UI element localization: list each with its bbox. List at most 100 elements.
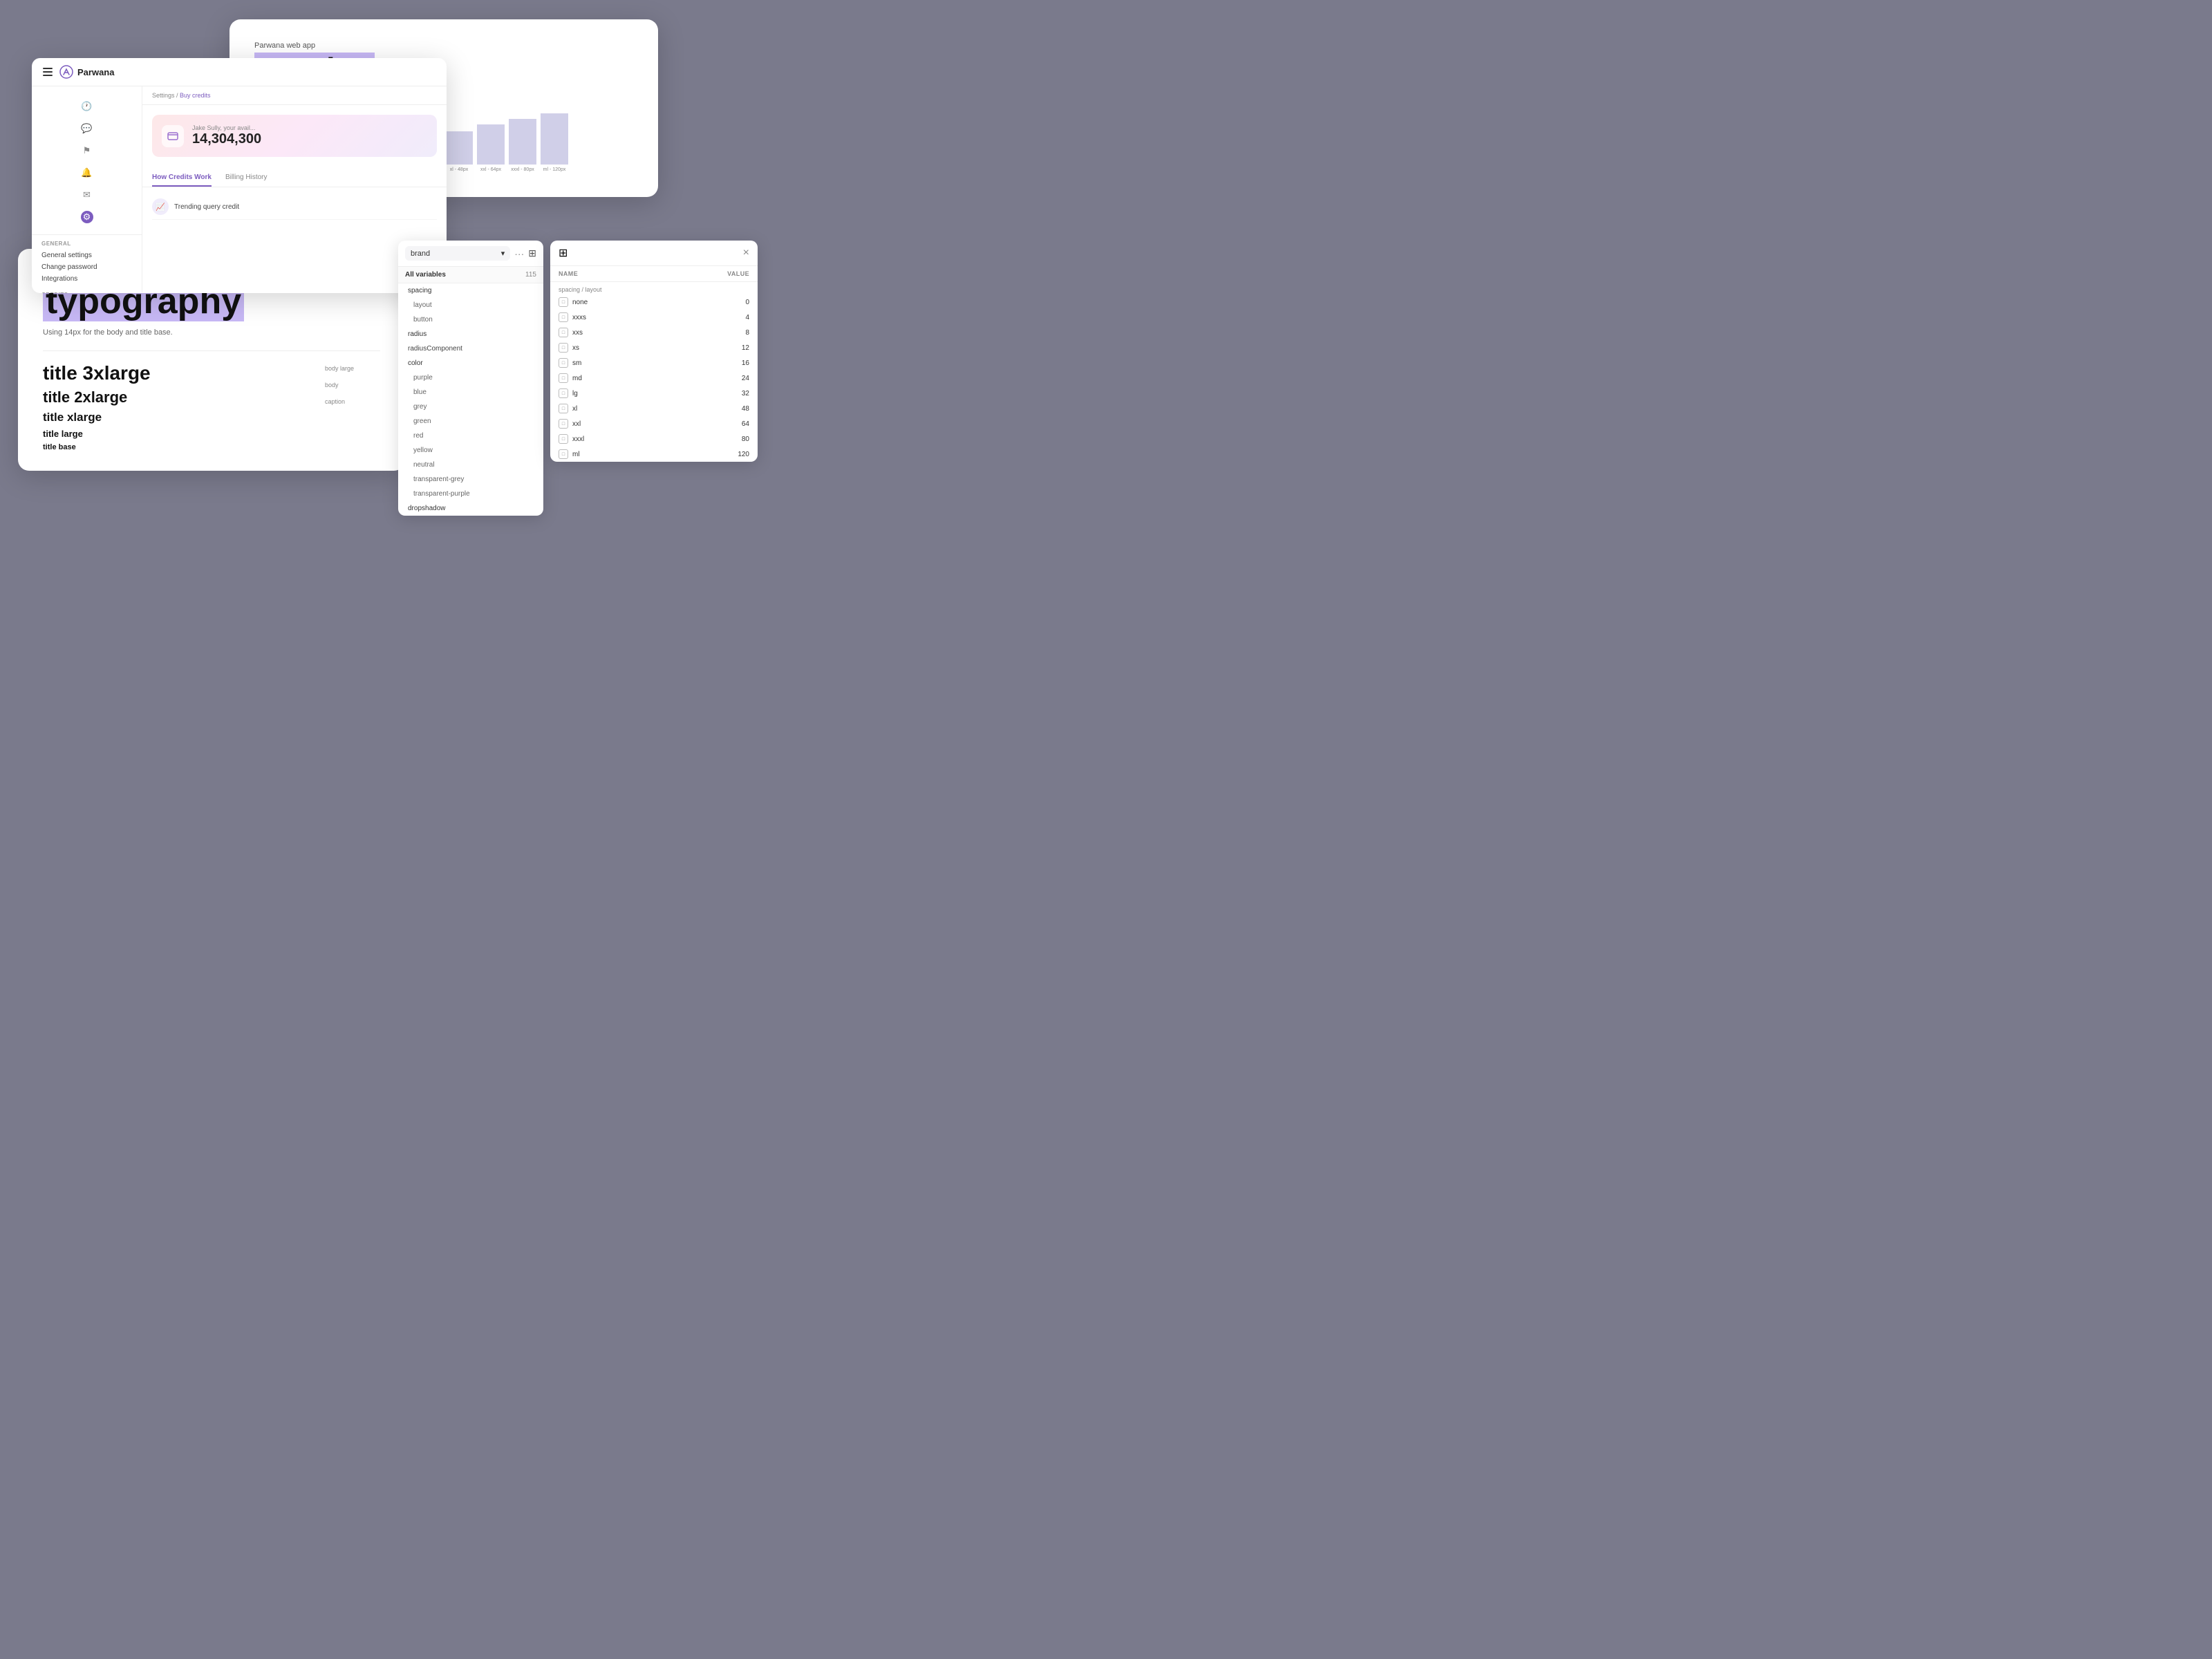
nav-general-settings[interactable]: General settings [39, 250, 135, 261]
variable-icon: □ [559, 419, 568, 429]
props-row-name-text: xxxs [572, 314, 586, 321]
props-row: □ md 24 [550, 371, 758, 386]
props-header: ⊞ × [550, 241, 758, 266]
parwana-logo-icon [59, 65, 73, 79]
spacing-bar-item: xxxl - 80px [509, 119, 536, 172]
content-items: 📈 Trending query credit [142, 187, 447, 227]
props-row-value: 8 [745, 329, 749, 337]
general-label: GENERAL [39, 241, 135, 247]
props-row-name-text: ml [572, 451, 580, 458]
props-row-name: □ sm [559, 358, 581, 368]
props-row: □ sm 16 [550, 355, 758, 371]
props-row-name: □ lg [559, 388, 578, 398]
var-button[interactable]: button [398, 312, 543, 327]
user-line: Jake Sully, your avail... [192, 124, 261, 131]
bar-block [477, 124, 505, 165]
props-row-name: □ xxxl [559, 434, 584, 444]
tab-billing-history[interactable]: Billing History [225, 174, 268, 187]
var-spacing[interactable]: spacing [398, 283, 543, 298]
flag-icon[interactable]: ⚑ [81, 144, 93, 157]
props-row: □ xxl 64 [550, 416, 758, 431]
props-row: □ ml 120 [550, 447, 758, 462]
props-row: □ lg 32 [550, 386, 758, 401]
variable-icon: □ [559, 297, 568, 307]
props-row-name: □ ml [559, 449, 580, 459]
var-blue[interactable]: blue [398, 385, 543, 400]
props-row-name-text: xxl [572, 420, 581, 428]
props-row-name: □ xxs [559, 328, 583, 337]
var-purple[interactable]: purple [398, 371, 543, 385]
bar-label: xxxl - 80px [511, 167, 534, 172]
more-options-icon[interactable]: ··· [514, 248, 524, 259]
var-layout[interactable]: layout [398, 298, 543, 312]
properties-panel: ⊞ × Name Value spacing / layout □ none 0… [550, 241, 758, 462]
var-transparent-purple[interactable]: transparent-purple [398, 487, 543, 501]
var-transparent-grey[interactable]: transparent-grey [398, 472, 543, 487]
brand-dropdown[interactable]: brand ▾ [405, 246, 510, 261]
var-grey[interactable]: grey [398, 400, 543, 414]
trending-text: Trending query credit [174, 203, 239, 211]
hamburger-icon[interactable] [43, 68, 53, 76]
props-rows: □ none 0 □ xxxs 4 □ xxs 8 □ xs 12 □ [550, 294, 758, 462]
props-row-name-text: lg [572, 390, 578, 397]
close-button[interactable]: × [743, 247, 749, 259]
props-row-value: 80 [742, 435, 749, 443]
tab-how-credits-work[interactable]: How Credits Work [152, 174, 212, 187]
props-panel-icon[interactable]: ⊞ [559, 246, 568, 260]
var-neutral[interactable]: neutral [398, 458, 543, 472]
title-base-sample: title base [43, 443, 311, 451]
bell-icon[interactable]: 🔔 [81, 167, 93, 179]
clock-icon[interactable]: 🕐 [81, 100, 93, 113]
variable-icon: □ [559, 434, 568, 444]
props-row-name: □ none [559, 297, 588, 307]
caption-label: caption [325, 398, 380, 405]
title-xl-sample: title xlarge [43, 411, 311, 424]
props-row-name-text: md [572, 375, 582, 382]
credit-icon-box [162, 125, 184, 147]
var-yellow[interactable]: yellow [398, 443, 543, 458]
props-section-label: spacing / layout [550, 282, 758, 294]
props-row-value: 0 [745, 299, 749, 306]
var-green[interactable]: green [398, 414, 543, 429]
message-icon[interactable]: ✉ [81, 189, 93, 201]
props-row-name-text: xxxl [572, 435, 584, 443]
credit-info: Jake Sully, your avail... 14,304,300 [192, 124, 261, 147]
chevron-down-icon: ▾ [501, 249, 505, 258]
settings-nav: GENERAL General settings Change password… [32, 241, 142, 293]
var-radius-component[interactable]: radiusComponent [398, 341, 543, 356]
panel-layout-icon[interactable]: ⊞ [528, 247, 536, 259]
props-row-value: 24 [742, 375, 749, 382]
all-variables-header: All variables 115 [398, 267, 543, 283]
bar-label: ml - 120px [543, 167, 566, 172]
props-row-value: 4 [745, 314, 749, 321]
divider [43, 350, 380, 351]
spacing-bar-item: ml - 120px [541, 113, 568, 172]
props-row-name-text: none [572, 299, 588, 306]
chat-icon[interactable]: 💬 [81, 122, 93, 135]
nav-integrations[interactable]: Integrations [39, 273, 135, 285]
credit-banner: Jake Sully, your avail... 14,304,300 [152, 115, 437, 157]
dropdown-header: brand ▾ ··· ⊞ [398, 241, 543, 267]
var-dropshadow[interactable]: dropshadow [398, 501, 543, 516]
credit-amount: 14,304,300 [192, 131, 261, 147]
var-color[interactable]: color [398, 356, 543, 371]
spacing-bar-item: xl - 48px [445, 131, 473, 172]
variable-icon: □ [559, 404, 568, 413]
props-row-value: 48 [742, 405, 749, 413]
bar-block [509, 119, 536, 165]
title-2xl-sample: title 2xlarge [43, 388, 311, 406]
sidebar-icons: 🕐 💬 ⚑ 🔔 ✉ ⚙ [32, 95, 142, 235]
props-col-headers: Name Value [550, 266, 758, 282]
nav-change-password[interactable]: Change password [39, 261, 135, 273]
variable-icon: □ [559, 358, 568, 368]
nav-section-credits: CREDITS Buy credits Track & manage credi… [39, 292, 135, 293]
var-radius[interactable]: radius [398, 327, 543, 341]
breadcrumb-active: Buy credits [180, 92, 211, 99]
logo-text: Parwana [77, 67, 114, 77]
variable-icon: □ [559, 343, 568, 353]
var-red[interactable]: red [398, 429, 543, 443]
settings-icon[interactable]: ⚙ [81, 211, 93, 223]
tabs-row: How Credits Work Billing History [142, 167, 447, 187]
props-row-value: 12 [742, 344, 749, 352]
body-large-label: body large [325, 365, 380, 372]
